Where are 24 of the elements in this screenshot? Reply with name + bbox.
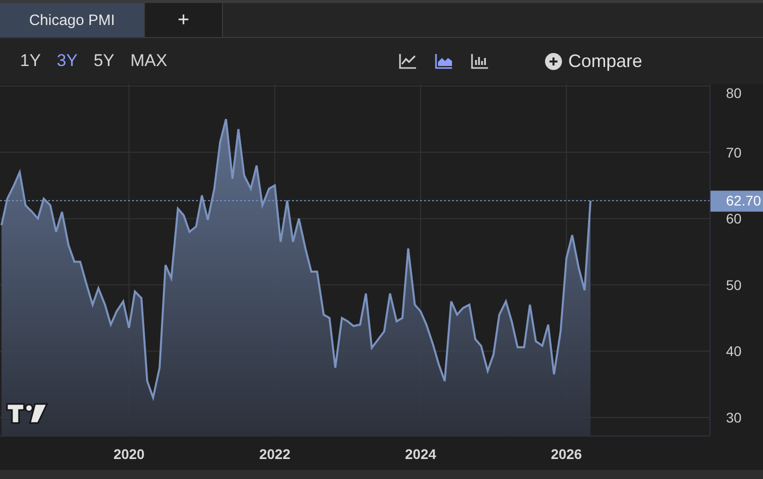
logo-icon	[6, 403, 48, 424]
range-button[interactable]: MAX	[122, 47, 176, 75]
tab[interactable]: Chicago PMI	[0, 3, 145, 37]
last-value-tag: 62.70	[710, 190, 763, 212]
y-axis-label: 30	[726, 409, 742, 426]
y-axis-label: 70	[726, 144, 742, 160]
plus-circle-icon	[545, 52, 562, 70]
bar-chart-icon	[471, 53, 490, 69]
range-button[interactable]: 5Y	[86, 47, 122, 75]
line-chart-icon	[399, 53, 418, 69]
y-axis-label: 80	[726, 85, 742, 101]
ref-line-label: 62.70	[726, 192, 762, 209]
tab[interactable]: +	[145, 3, 223, 37]
x-axis-label: 2022	[259, 446, 290, 462]
y-axis-label: 40	[726, 343, 742, 360]
y-axis-label: 60	[726, 210, 742, 227]
x-axis-label: 2026	[550, 446, 582, 462]
range-button[interactable]: 3Y	[48, 47, 86, 75]
range-button[interactable]: 1Y	[12, 47, 49, 75]
x-axis-label: 2024	[405, 446, 436, 462]
area-chart-icon	[435, 53, 454, 69]
compare-button[interactable]: Compare	[545, 50, 642, 72]
y-axis-label: 50	[726, 276, 742, 293]
x-axis-label: 2020	[113, 446, 145, 462]
